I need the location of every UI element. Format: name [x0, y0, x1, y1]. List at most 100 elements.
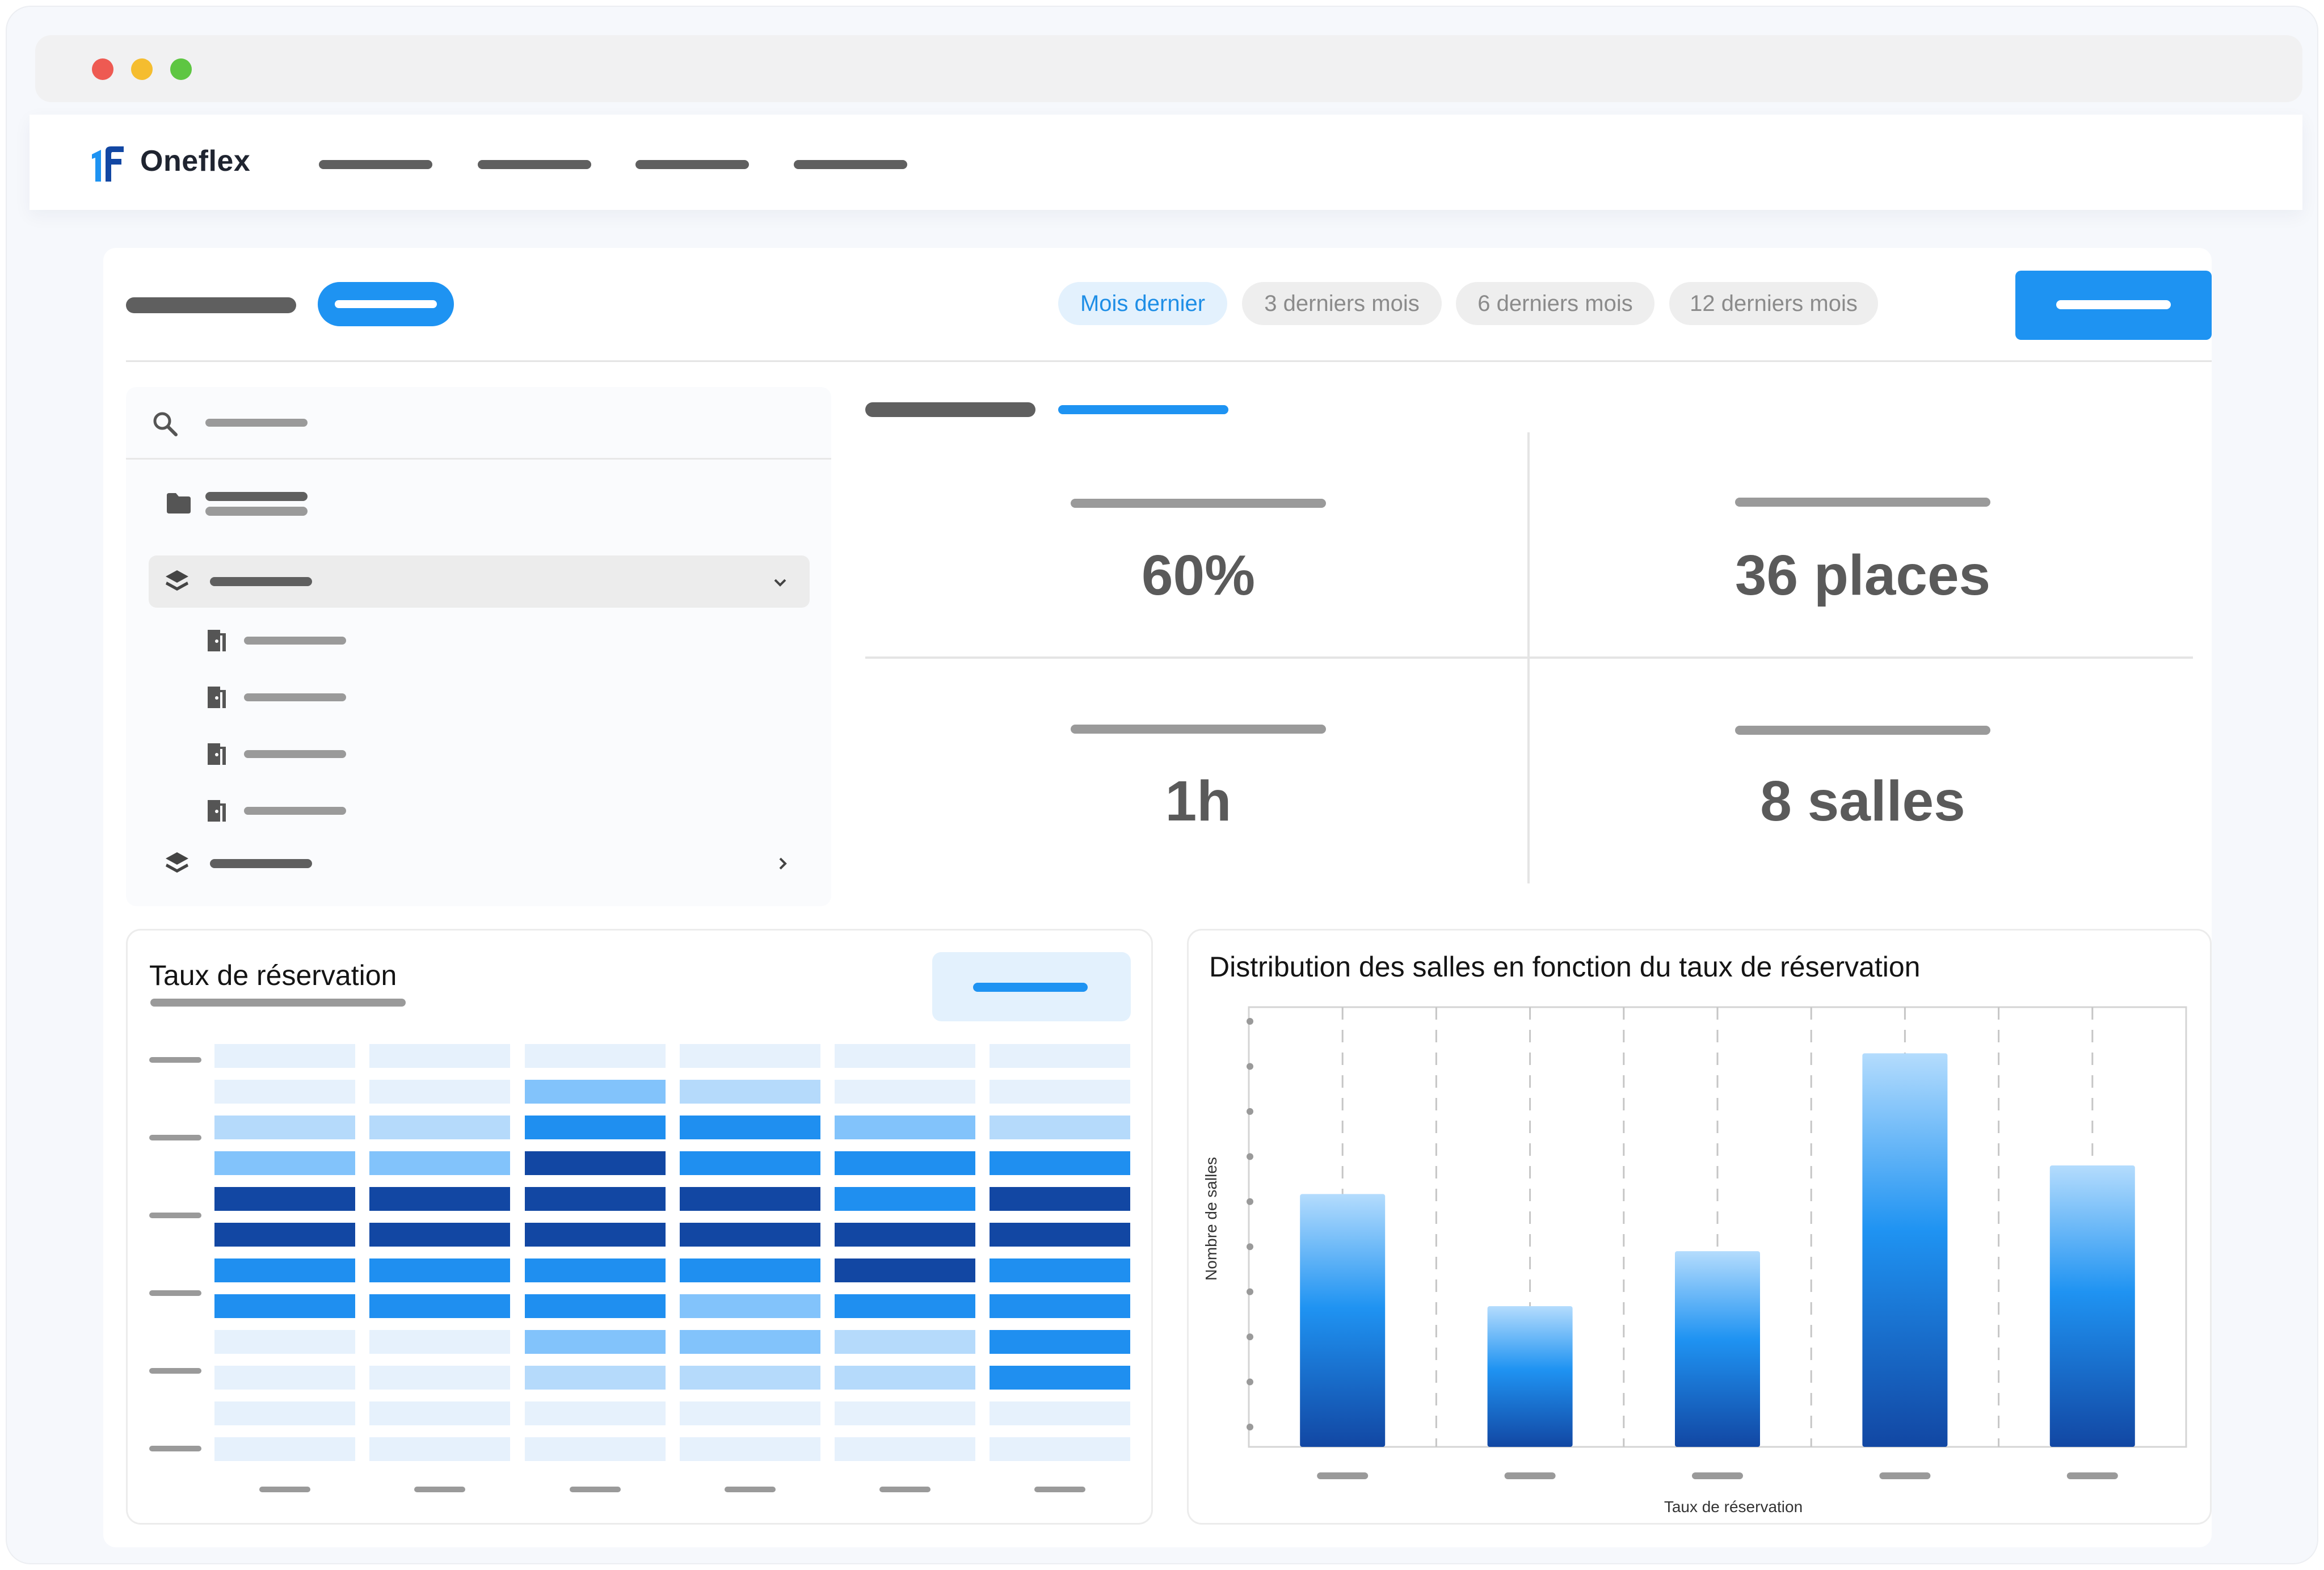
- maximize-window-icon[interactable]: [170, 58, 192, 80]
- heatmap-cell: [369, 1223, 510, 1247]
- heatmap-cell: [525, 1437, 666, 1461]
- heatmap-cell: [680, 1151, 820, 1175]
- oneflex-logo-icon[interactable]: [89, 143, 129, 184]
- room-name-placeholder: [244, 750, 346, 758]
- location-tree: [126, 387, 831, 906]
- period-tab-2[interactable]: 3 derniers mois: [1242, 282, 1442, 325]
- heatmap-cell: [214, 1437, 355, 1461]
- y-tick-label: [1247, 1333, 1253, 1341]
- tree-item-room-1[interactable]: [205, 625, 603, 659]
- chevron-right-icon[interactable]: [774, 855, 791, 872]
- room-name-placeholder: [244, 807, 346, 815]
- layers-icon: [166, 570, 188, 591]
- tree-item-floor-expanded[interactable]: [149, 555, 810, 608]
- heatmap-y-tick-label: [149, 1213, 201, 1218]
- heatmap-cell: [369, 1437, 510, 1461]
- heatmap-x-tick-label: [414, 1487, 465, 1492]
- heatmap-cell: [680, 1044, 820, 1068]
- heatmap-cell: [835, 1330, 975, 1354]
- heatmap-cell: [214, 1116, 355, 1139]
- heatmap-cell: [214, 1401, 355, 1425]
- heatmap-cell: [680, 1258, 820, 1282]
- y-tick-label: [1247, 1424, 1253, 1430]
- heatmap-cell: [680, 1366, 820, 1390]
- heatmap-y-tick-label: [149, 1368, 201, 1374]
- heatmap-x-tick-label: [725, 1487, 776, 1492]
- heatmap-cell: [835, 1151, 975, 1175]
- heatmap-cell: [369, 1044, 510, 1068]
- door-icon: [208, 800, 226, 822]
- kpi-tab-placeholder[interactable]: [865, 402, 1035, 417]
- chevron-down-icon[interactable]: [772, 574, 789, 591]
- period-tab-4[interactable]: 12 derniers mois: [1669, 282, 1878, 325]
- heatmap-cell: [835, 1044, 975, 1068]
- heatmap-cell: [369, 1294, 510, 1318]
- bar-chart-xlabel: Taux de réservation: [1664, 1498, 1803, 1516]
- kpi-tab-active-underline[interactable]: [1058, 405, 1228, 414]
- bar: [1675, 1251, 1760, 1447]
- heatmap-cell: [835, 1294, 975, 1318]
- heatmap-cell: [990, 1223, 1130, 1247]
- x-tick-label: [1879, 1472, 1931, 1479]
- tree-search[interactable]: [126, 387, 831, 460]
- x-tick-label: [2066, 1472, 2118, 1479]
- folder-icon: [167, 493, 191, 513]
- search-icon: [153, 412, 178, 436]
- heatmap-cell: [525, 1223, 666, 1247]
- close-window-icon[interactable]: [92, 58, 113, 80]
- top-navbar: Oneflex: [30, 115, 2302, 210]
- heatmap-cell: [369, 1258, 510, 1282]
- floor-name-placeholder: [210, 859, 312, 868]
- heatmap-cell: [990, 1330, 1130, 1354]
- bar-chart: [1247, 1006, 2187, 1479]
- bar: [1487, 1306, 1573, 1447]
- heatmap-cell: [525, 1187, 666, 1211]
- heatmap-cell: [990, 1116, 1130, 1139]
- period-tab-3[interactable]: 6 derniers mois: [1456, 282, 1654, 325]
- heatmap-cell: [369, 1116, 510, 1139]
- x-tick-label: [1504, 1472, 1556, 1479]
- y-tick-label: [1247, 1243, 1253, 1251]
- heatmap-cell: [525, 1258, 666, 1282]
- heatmap-cell: [990, 1401, 1130, 1425]
- kpi-label-placeholder: [1071, 499, 1326, 508]
- heatmap-cell: [680, 1294, 820, 1318]
- heatmap-cell: [214, 1223, 355, 1247]
- nav-link-3[interactable]: [635, 160, 749, 169]
- heatmap-cell: [525, 1151, 666, 1175]
- minimize-window-icon[interactable]: [131, 58, 153, 80]
- browser-window: Oneflex Mois dernier 3 derniers mois 6 d…: [6, 6, 2318, 1564]
- heatmap-cell: [835, 1116, 975, 1139]
- primary-action-label-placeholder: [2056, 300, 2171, 309]
- heatmap-cell: [525, 1401, 666, 1425]
- heatmap-cell: [214, 1080, 355, 1104]
- heatmap-cell: [214, 1258, 355, 1282]
- heatmap-cell: [214, 1151, 355, 1175]
- tree-item-room-2[interactable]: [205, 682, 603, 716]
- heatmap-cell: [680, 1080, 820, 1104]
- heatmap-y-tick-label: [149, 1057, 201, 1063]
- heatmap-x-tick-label: [259, 1487, 310, 1492]
- heatmap-cell: [680, 1187, 820, 1211]
- filter-chip-button[interactable]: [318, 282, 454, 326]
- floor-name-placeholder: [210, 577, 312, 586]
- heatmap-cell: [990, 1187, 1130, 1211]
- nav-link-4[interactable]: [794, 160, 907, 169]
- site-subtitle-placeholder: [205, 507, 308, 516]
- nav-link-2[interactable]: [478, 160, 591, 169]
- heatmap-cell: [990, 1080, 1130, 1104]
- nav-link-1[interactable]: [319, 160, 432, 169]
- heatmap-cell: [369, 1401, 510, 1425]
- period-tab-1[interactable]: Mois dernier: [1058, 282, 1227, 325]
- tree-item-site[interactable]: [149, 486, 807, 526]
- heatmap-cell: [835, 1366, 975, 1390]
- heatmap-cell: [990, 1294, 1130, 1318]
- tree-item-room-3[interactable]: [205, 739, 603, 773]
- tree-item-room-4[interactable]: [205, 795, 603, 830]
- tree-item-floor-collapsed[interactable]: [149, 841, 810, 886]
- heatmap-cell: [369, 1187, 510, 1211]
- heatmap-cell: [835, 1401, 975, 1425]
- x-tick-label: [1692, 1472, 1743, 1479]
- primary-action-button[interactable]: [2015, 271, 2212, 340]
- heatmap-cell: [525, 1294, 666, 1318]
